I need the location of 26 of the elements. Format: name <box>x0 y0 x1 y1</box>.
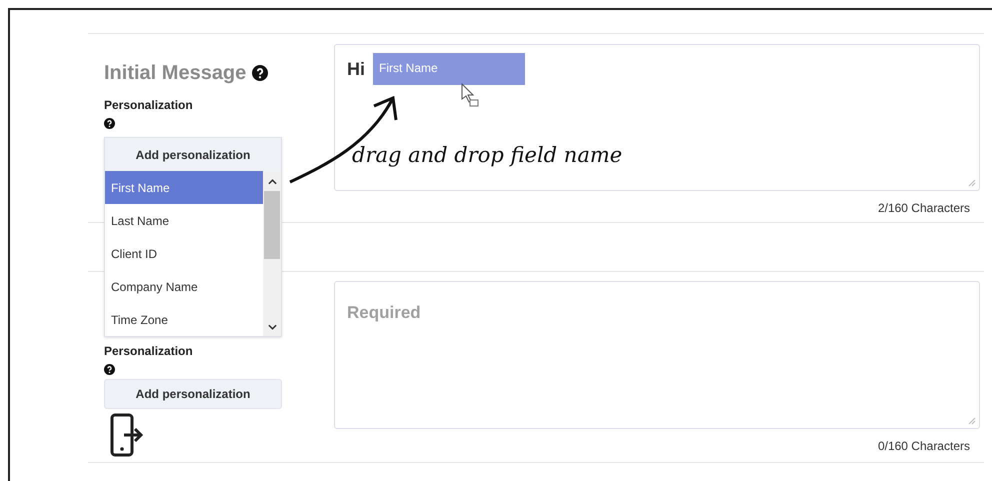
scrollbar[interactable] <box>263 171 281 336</box>
cursor-icon <box>461 83 481 109</box>
help-icon[interactable] <box>252 65 268 81</box>
section-title: Initial Message <box>104 61 246 86</box>
add-personalization-button[interactable]: Add personalization <box>104 379 282 409</box>
character-counter: 0/160 Characters <box>878 438 970 455</box>
personalization-label: Personalization <box>104 97 193 114</box>
dropdown-item[interactable]: First Name <box>105 171 263 204</box>
character-counter: 2/160 Characters <box>878 200 970 217</box>
annotation-text: drag and drop field name <box>352 142 622 169</box>
help-icon[interactable] <box>104 118 115 129</box>
add-personalization-button[interactable]: Add personalization <box>105 138 281 171</box>
dropdown-item[interactable]: Company Name <box>105 270 263 303</box>
scrollbar-thumb[interactable] <box>264 191 280 259</box>
phone-arrow-icon <box>110 413 146 457</box>
help-icon[interactable] <box>104 364 115 375</box>
dropdown-item[interactable]: Time Zone <box>105 303 263 336</box>
message-text: Hi <box>347 58 365 80</box>
dropdown-item[interactable]: Last Name <box>105 204 263 237</box>
resize-grip-icon <box>968 179 976 187</box>
resize-grip-icon <box>968 417 976 425</box>
placeholder-text: Required <box>347 303 421 322</box>
personalization-label: Personalization <box>104 343 193 360</box>
dropdown-item[interactable]: Client ID <box>105 237 263 270</box>
chevron-down-icon[interactable] <box>268 324 276 330</box>
chevron-up-icon[interactable] <box>268 179 276 185</box>
